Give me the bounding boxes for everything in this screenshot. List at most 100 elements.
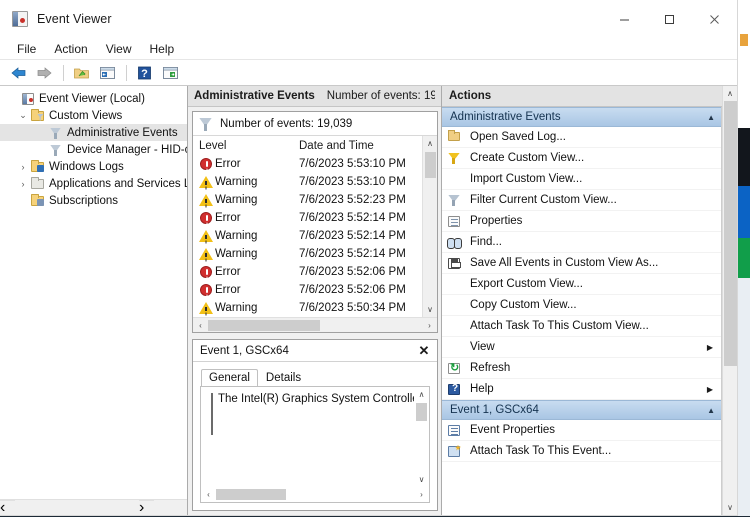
maximize-button[interactable] (647, 0, 692, 38)
scroll-right-arrow[interactable]: › (422, 318, 437, 333)
table-row[interactable]: Error 7/6/2023 5:52:14 PM (193, 209, 422, 227)
action-refresh[interactable]: Refresh (442, 358, 721, 379)
actions-vertical-scrollbar[interactable]: ∧ ∨ (722, 86, 737, 515)
action-find[interactable]: Find... (442, 232, 721, 253)
action-filter-current-custom-view[interactable]: Filter Current Custom View... (442, 190, 721, 211)
action-create-custom-view[interactable]: Create Custom View... (442, 148, 721, 169)
back-button[interactable] (6, 62, 30, 84)
tree-item-applications-and-services-logs[interactable]: › Applications and Services Log (0, 175, 187, 192)
scroll-left-arrow[interactable]: ‹ (201, 487, 216, 502)
event-date-cell: 7/6/2023 5:52:14 PM (297, 230, 422, 242)
action-copy-custom-view[interactable]: Copy Custom View... (442, 295, 721, 316)
tree-item-administrative-events[interactable]: Administrative Events (0, 124, 187, 141)
tree-item-subscriptions[interactable]: Subscriptions (0, 192, 187, 209)
scroll-right-arrow[interactable]: › (139, 500, 154, 515)
table-row[interactable]: Warning 7/6/2023 5:52:23 PM (193, 191, 422, 209)
action-import-custom-view[interactable]: Import Custom View... (442, 169, 721, 190)
action-pane-icon[interactable] (158, 62, 182, 84)
event-level-label: Warning (215, 176, 257, 188)
minimize-button[interactable] (602, 0, 647, 38)
tree-item-label: Administrative Events (65, 127, 178, 139)
table-row[interactable]: Warning 7/6/2023 5:50:34 PM (193, 299, 422, 317)
action-properties[interactable]: Properties (442, 211, 721, 232)
menu-item-action[interactable]: Action (45, 40, 96, 58)
scroll-left-arrow[interactable]: ‹ (193, 318, 208, 333)
close-button[interactable] (692, 0, 737, 38)
action-view[interactable]: View ▶ (442, 337, 721, 358)
actions-column: Actions Administrative Events ▲ Open Sav… (442, 86, 722, 515)
table-row[interactable]: Warning 7/6/2023 5:53:10 PM (193, 173, 422, 191)
scroll-left-arrow[interactable]: ‹ (0, 500, 15, 515)
events-horizontal-scrollbar[interactable]: ‹ › (193, 317, 437, 332)
table-row[interactable]: Error 7/6/2023 5:53:10 PM (193, 155, 422, 173)
action-attach-task-to-this-custom-view[interactable]: Attach Task To This Custom View... (442, 316, 721, 337)
folder-up-icon[interactable] (69, 62, 93, 84)
scroll-up-arrow[interactable]: ∧ (423, 136, 438, 151)
action-save-all-events-in-custom-view-as[interactable]: Save All Events in Custom View As... (442, 253, 721, 274)
tree-item-windows-logs[interactable]: › Windows Logs (0, 158, 187, 175)
attach-task-icon (442, 444, 468, 459)
scroll-thumb-horizontal[interactable] (216, 489, 286, 500)
action-open-saved-log[interactable]: Open Saved Log... (442, 127, 721, 148)
background-window-strip-light (738, 278, 750, 516)
actions-section-event-1-gscx64[interactable]: Event 1, GSCx64 ▲ (442, 400, 721, 420)
warning-icon (199, 176, 215, 189)
help-question-icon[interactable]: ? (132, 62, 156, 84)
event-viewer-icon (12, 11, 28, 27)
table-row[interactable]: Warning 7/6/2023 5:52:14 PM (193, 227, 422, 245)
scroll-up-arrow[interactable]: ∧ (723, 86, 738, 101)
action-attach-task-to-this-event[interactable]: Attach Task To This Event... (442, 441, 721, 462)
action-label: Open Saved Log... (468, 131, 566, 143)
scroll-right-arrow[interactable]: › (414, 487, 429, 502)
table-row[interactable]: Warning 7/6/2023 5:52:14 PM (193, 245, 422, 263)
menu-item-file[interactable]: File (8, 40, 45, 58)
menu-item-help[interactable]: Help (141, 40, 184, 58)
action-help[interactable]: Help ▶ (442, 379, 721, 400)
tree-item-custom-views[interactable]: ⌄ Custom Views (0, 107, 187, 124)
table-row[interactable]: Error 7/6/2023 5:52:06 PM (193, 263, 422, 281)
events-vertical-scrollbar[interactable]: ∧ ∨ (422, 136, 437, 317)
table-row[interactable]: Error 7/6/2023 5:52:06 PM (193, 281, 422, 299)
scroll-track-vertical[interactable] (724, 366, 737, 500)
scroll-up-arrow[interactable]: ∧ (414, 387, 429, 402)
window-title: Event Viewer (37, 12, 112, 26)
action-export-custom-view[interactable]: Export Custom View... (442, 274, 721, 295)
menu-item-view[interactable]: View (97, 40, 141, 58)
tab-details[interactable]: Details (258, 369, 309, 386)
event-level-cell: Error (193, 284, 297, 297)
forward-button[interactable] (32, 62, 56, 84)
error-icon (199, 158, 215, 171)
action-event-properties[interactable]: Event Properties (442, 420, 721, 441)
detail-horizontal-scrollbar[interactable]: ‹ › (201, 487, 429, 502)
actions-section-administrative-events[interactable]: Administrative Events ▲ (442, 107, 721, 127)
tree-item-label: Windows Logs (47, 161, 124, 173)
scroll-thumb-horizontal[interactable] (208, 320, 320, 331)
close-icon[interactable]: ✕ (416, 343, 432, 359)
filter-summary-row[interactable]: Number of events: 19,039 (193, 112, 437, 136)
actions-pane-header: Actions (442, 86, 722, 107)
tree-twisty-collapsed[interactable]: › (16, 162, 30, 172)
column-header-date-and-time[interactable]: Date and Time (297, 140, 422, 152)
column-header-level[interactable]: Level (193, 140, 297, 152)
scroll-thumb-vertical[interactable] (724, 101, 737, 366)
scroll-down-arrow[interactable]: ∨ (414, 472, 429, 487)
scroll-thumb-vertical[interactable] (416, 403, 427, 421)
chevron-up-icon[interactable]: ▲ (707, 113, 715, 122)
tree-twisty-collapsed[interactable]: › (16, 179, 30, 189)
scroll-down-arrow[interactable]: ∨ (723, 500, 738, 515)
detail-vertical-scrollbar[interactable]: ∧ ∨ (414, 387, 429, 487)
tree-item-event-viewer-local[interactable]: Event Viewer (Local) (0, 90, 187, 107)
action-label: Properties (468, 215, 522, 227)
tree-item-device-manager[interactable]: Device Manager - HID-co (0, 141, 187, 158)
scroll-down-arrow[interactable]: ∨ (423, 302, 438, 317)
scroll-thumb-vertical[interactable] (425, 152, 436, 178)
tree-horizontal-scrollbar[interactable]: ‹ › (0, 499, 187, 515)
tab-general[interactable]: General (201, 369, 258, 386)
chevron-up-icon[interactable]: ▲ (707, 406, 715, 415)
tree-item-label: Custom Views (47, 110, 122, 122)
tree-twisty-expanded[interactable]: ⌄ (16, 110, 30, 121)
tree-item-label: Subscriptions (47, 195, 118, 207)
event-viewer-window: Event Viewer File Action View Help (0, 0, 738, 516)
console-tree-icon[interactable] (95, 62, 119, 84)
event-level-label: Warning (215, 230, 257, 242)
